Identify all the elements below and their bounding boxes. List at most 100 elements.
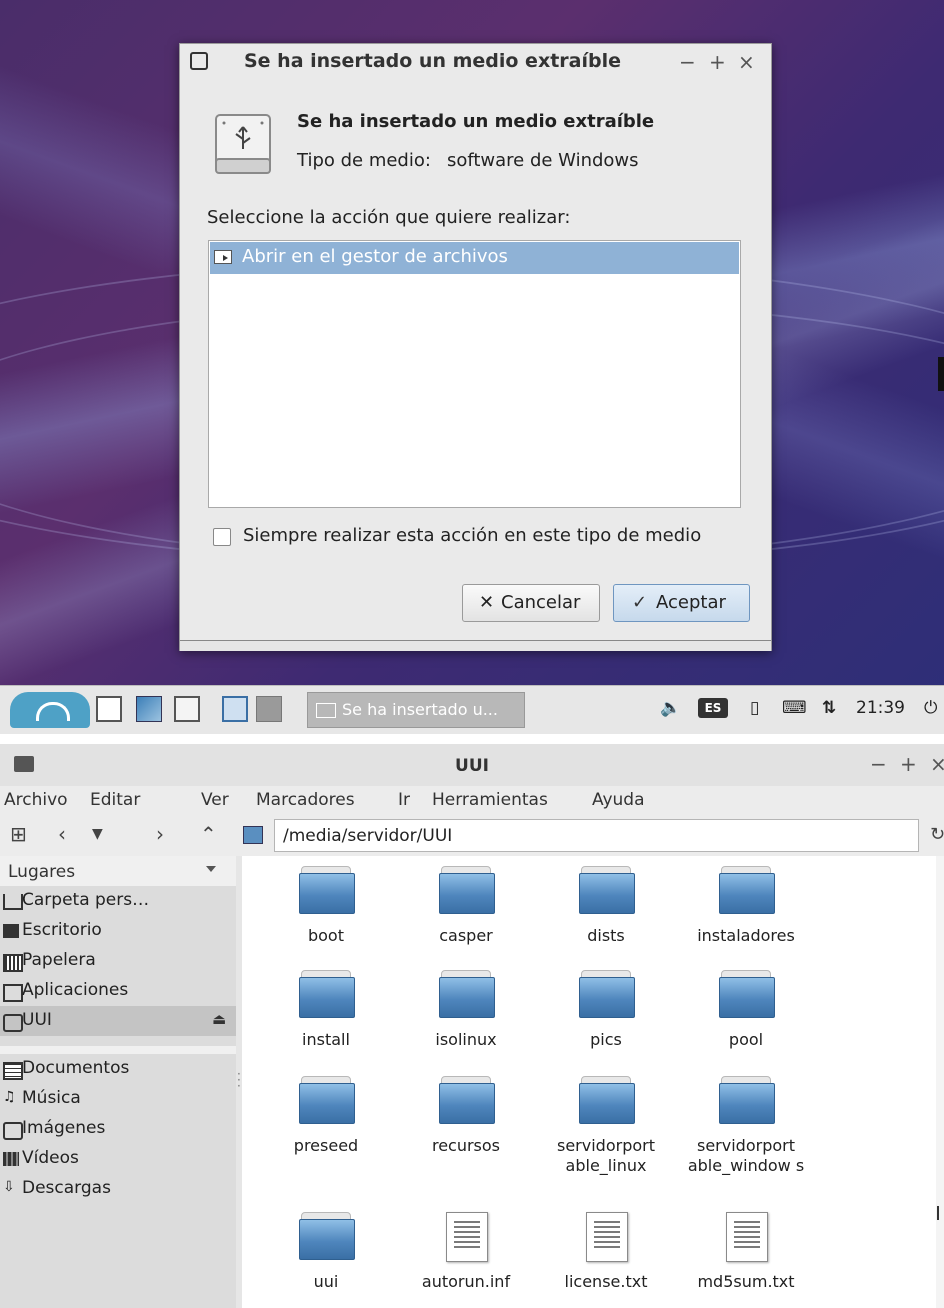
sidebar: Lugares Carpeta pers… Escritorio Papeler… bbox=[0, 856, 236, 1308]
window-title: UUI bbox=[455, 756, 489, 776]
keyboard-layout-indicator[interactable]: ES bbox=[698, 698, 728, 718]
always-do-checkbox[interactable] bbox=[213, 528, 231, 546]
file-manager-icon bbox=[214, 250, 232, 264]
sidebar-item-label: Papelera bbox=[22, 950, 96, 970]
forward-icon[interactable]: › bbox=[156, 822, 164, 846]
accept-label: Aceptar bbox=[656, 592, 726, 613]
menu-ir[interactable]: Ir bbox=[398, 790, 410, 810]
file-item[interactable]: pool bbox=[676, 960, 816, 1080]
file-item[interactable]: recursos bbox=[396, 1066, 536, 1186]
file-name: dists bbox=[587, 926, 625, 945]
file-name: instaladores bbox=[697, 926, 795, 945]
action-list[interactable]: Abrir en el gestor de archivos bbox=[208, 240, 741, 508]
clock[interactable]: 21:39 bbox=[856, 698, 905, 718]
dialog-bottom-edge bbox=[180, 640, 771, 651]
sidebar-item-home[interactable]: Carpeta pers… bbox=[0, 886, 236, 916]
folder-icon bbox=[719, 866, 775, 914]
file-item[interactable]: autorun.inf bbox=[396, 1202, 536, 1308]
battery-icon[interactable]: ▯ bbox=[750, 698, 759, 718]
window-icon bbox=[190, 52, 208, 70]
download-icon: ⇩ bbox=[3, 1179, 15, 1195]
sidebar-item-uui[interactable]: UUI ⏏ bbox=[0, 1006, 236, 1036]
start-menu-button[interactable] bbox=[10, 692, 90, 728]
workspace-2-icon[interactable] bbox=[256, 696, 282, 722]
file-item[interactable]: instaladores bbox=[676, 856, 816, 976]
workspace-1-icon[interactable] bbox=[222, 696, 248, 722]
vertical-scrollbar[interactable] bbox=[936, 856, 944, 1308]
folder-icon bbox=[579, 866, 635, 914]
sidebar-item-downloads[interactable]: ⇩ Descargas bbox=[0, 1174, 236, 1204]
file-item[interactable]: license.txt bbox=[536, 1202, 676, 1308]
menubar: Archivo Editar Ver Marcadores Ir Herrami… bbox=[0, 786, 944, 816]
up-icon[interactable]: ⌃ bbox=[200, 822, 217, 846]
file-item[interactable]: md5sum.txt bbox=[676, 1202, 816, 1308]
minimize-button[interactable]: − bbox=[679, 50, 696, 74]
sidebar-item-documents[interactable]: Documentos bbox=[0, 1054, 236, 1084]
taskbar-task-dialog[interactable]: Se ha insertado u... bbox=[307, 692, 525, 728]
file-item[interactable]: install bbox=[256, 960, 396, 1080]
network-icon[interactable]: ⇅ bbox=[822, 698, 836, 718]
dialog-titlebar[interactable]: Se ha insertado un medio extraíble − + × bbox=[180, 44, 771, 78]
file-manager-titlebar[interactable]: UUI − + × bbox=[0, 744, 944, 786]
home-icon[interactable] bbox=[243, 826, 263, 844]
sidebar-header[interactable]: Lugares bbox=[8, 862, 75, 882]
menu-ver[interactable]: Ver bbox=[201, 790, 229, 810]
usb-drive-icon bbox=[215, 114, 271, 174]
menu-marcadores[interactable]: Marcadores bbox=[256, 790, 355, 810]
maximize-button[interactable]: + bbox=[709, 50, 726, 74]
history-dropdown-icon[interactable]: ▼ bbox=[92, 826, 103, 842]
file-name: autorun.inf bbox=[421, 1272, 511, 1291]
file-item[interactable]: isolinux bbox=[396, 960, 536, 1080]
close-button[interactable]: × bbox=[930, 752, 944, 776]
sidebar-item-music[interactable]: ♫ Música bbox=[0, 1084, 236, 1114]
go-icon[interactable]: ↻ bbox=[930, 824, 944, 845]
sidebar-item-videos[interactable]: Vídeos bbox=[0, 1144, 236, 1174]
usb-drive-icon bbox=[3, 1014, 23, 1032]
file-item[interactable]: boot bbox=[256, 856, 396, 976]
sidebar-item-pictures[interactable]: Imágenes bbox=[0, 1114, 236, 1144]
close-button[interactable]: × bbox=[738, 50, 755, 74]
new-tab-icon[interactable]: ⊞ bbox=[10, 822, 27, 846]
location-path: /media/servidor/UUI bbox=[283, 826, 453, 846]
location-bar[interactable]: /media/servidor/UUI bbox=[274, 819, 919, 852]
terminal-launcher-icon[interactable] bbox=[174, 696, 200, 722]
sidebar-item-label: Escritorio bbox=[22, 920, 102, 940]
checkmark-icon: ✓ bbox=[632, 592, 648, 613]
file-item[interactable]: pics bbox=[536, 960, 676, 1080]
file-item[interactable]: preseed bbox=[256, 1066, 396, 1186]
scroll-indicator[interactable] bbox=[937, 1206, 944, 1220]
splitter-handle[interactable]: · · · bbox=[237, 1068, 241, 1092]
sidebar-item-desktop[interactable]: Escritorio bbox=[0, 916, 236, 946]
always-do-label[interactable]: Siempre realizar esta acción en este tip… bbox=[243, 525, 701, 546]
file-item[interactable]: uui bbox=[256, 1202, 396, 1308]
document-icon bbox=[3, 1062, 23, 1080]
menu-herramientas[interactable]: Herramientas bbox=[432, 790, 548, 810]
film-icon bbox=[3, 1152, 19, 1166]
volume-icon[interactable]: 🔈 bbox=[660, 698, 681, 718]
desktop-switcher-icon[interactable] bbox=[136, 696, 162, 722]
music-icon: ♫ bbox=[3, 1089, 16, 1105]
eject-icon[interactable]: ⏏ bbox=[212, 1010, 226, 1028]
chevron-down-icon[interactable] bbox=[206, 866, 216, 872]
task-label: Se ha insertado u... bbox=[342, 700, 498, 719]
cancel-button[interactable]: ✕ Cancelar bbox=[462, 584, 600, 622]
action-list-item[interactable]: Abrir en el gestor de archivos bbox=[210, 242, 739, 274]
menu-archivo[interactable]: Archivo bbox=[4, 790, 68, 810]
back-icon[interactable]: ‹ bbox=[58, 822, 66, 846]
folder-icon bbox=[439, 866, 495, 914]
file-manager-launcher-icon[interactable] bbox=[96, 696, 122, 722]
sidebar-item-applications[interactable]: Aplicaciones bbox=[0, 976, 236, 1006]
maximize-button[interactable]: + bbox=[900, 752, 917, 776]
menu-editar[interactable]: Editar bbox=[90, 790, 140, 810]
power-icon[interactable]: ⏻ bbox=[924, 698, 937, 718]
accept-button[interactable]: ✓ Aceptar bbox=[613, 584, 750, 622]
file-item[interactable]: servidorport able_window s bbox=[676, 1066, 816, 1186]
menu-ayuda[interactable]: Ayuda bbox=[592, 790, 645, 810]
minimize-button[interactable]: − bbox=[870, 752, 887, 776]
file-item[interactable]: casper bbox=[396, 856, 536, 976]
sidebar-item-trash[interactable]: Papelera bbox=[0, 946, 236, 976]
file-item[interactable]: servidorport able_linux bbox=[536, 1066, 676, 1186]
folder-icon bbox=[439, 970, 495, 1018]
file-item[interactable]: dists bbox=[536, 856, 676, 976]
keyboard-icon[interactable]: ⌨ bbox=[782, 698, 807, 718]
